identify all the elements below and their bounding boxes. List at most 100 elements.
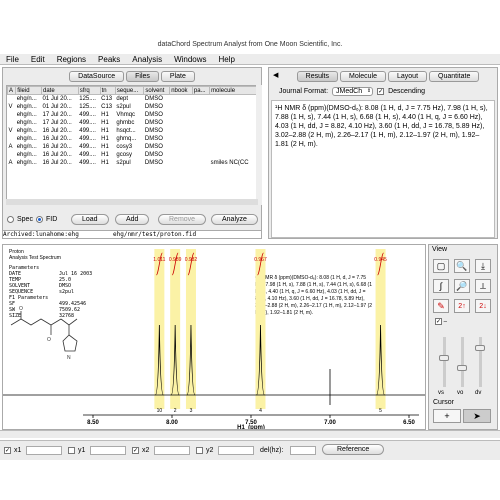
table-row[interactable]: ehg/n... 16 Jul 20... 499.... H1 ghmq... DMSO xyxy=(8,135,257,143)
table-cell: C13 xyxy=(101,103,113,110)
journal-format-select[interactable]: JMedCh ⇕ xyxy=(332,87,374,96)
table-cell: cosy3 xyxy=(116,143,133,150)
vo-slider-thumb[interactable] xyxy=(457,365,467,371)
vertical-scrollbar[interactable] xyxy=(256,85,262,205)
table-cell: 499.... xyxy=(79,127,96,134)
table-row[interactable]: ehg/n... 16 Jul 20... 499.... H1 gcosy DMSO xyxy=(8,151,257,159)
y1-checkbox[interactable] xyxy=(68,447,75,454)
menu-peaks[interactable]: Peaks xyxy=(92,54,126,64)
column-header[interactable]: molecule xyxy=(209,86,257,95)
crosshair-cursor-icon[interactable]: + xyxy=(433,409,461,423)
table-cell: H1 xyxy=(101,135,109,142)
tab-layout[interactable]: Layout xyxy=(388,71,428,82)
table-cell: DMSO xyxy=(144,111,163,118)
title-bar xyxy=(0,0,500,40)
table-row[interactable]: ehg/n... 17 Jul 20... 499.... H1 ghmbc DMSO xyxy=(8,119,257,127)
y1-field[interactable] xyxy=(90,446,126,455)
select-box-icon[interactable]: ▢ xyxy=(433,259,449,273)
table-cell: 17 Jul 20... xyxy=(42,119,72,126)
bottom-scroll[interactable] xyxy=(0,430,500,438)
horizontal-scrollbar[interactable] xyxy=(6,199,258,205)
table-row[interactable]: ehg/n... 01 Jul 20... 125.... C13 dept DMSO xyxy=(8,95,257,103)
column-header[interactable]: pa... xyxy=(191,86,211,95)
add-button[interactable]: Add xyxy=(115,214,150,225)
column-header[interactable]: A xyxy=(7,86,17,95)
tab-files[interactable]: Files xyxy=(126,71,159,82)
analyze-button[interactable]: Analyze xyxy=(211,214,258,225)
dv-slider-thumb[interactable] xyxy=(475,345,485,351)
column-header[interactable]: nbook xyxy=(169,86,193,95)
table-cell: H1 xyxy=(101,143,109,150)
x-tick-label: 7.00 xyxy=(324,420,336,426)
file-table-container: Afileid date sfrq tn seque... solvent nbook pa.… xyxy=(6,85,258,205)
table-cell xyxy=(192,127,209,135)
tab-results[interactable]: Results xyxy=(296,71,338,82)
y2-field[interactable] xyxy=(218,446,254,455)
table-row[interactable]: Vehg/n... 16 Jul 20... 499.... H1 hsqct... DM… xyxy=(8,127,257,135)
vs-slider-thumb[interactable] xyxy=(439,355,449,361)
table-cell: C13 xyxy=(101,95,113,102)
menu-windows[interactable]: Windows xyxy=(168,54,212,64)
pencil-icon[interactable]: ✎ xyxy=(433,299,449,313)
zoom-out-icon[interactable]: 🔎 xyxy=(454,279,470,293)
right-tab-bar: Results Molecule Layout Quantitate xyxy=(279,71,497,82)
tab-quantitate[interactable]: Quantitate xyxy=(429,71,480,82)
table-row[interactable]: ehg/n... 17 Jul 20... 499.... H1 Vhmqc DMSO xyxy=(8,111,257,119)
table-cell: dept xyxy=(116,95,129,102)
zoom-fit-icon[interactable]: ⤓ xyxy=(475,259,491,273)
tab-datasource[interactable]: DataSource xyxy=(69,71,125,82)
load-button[interactable]: Load xyxy=(71,214,109,225)
arrow-cursor-icon[interactable]: ➤ xyxy=(463,409,491,423)
del-field[interactable] xyxy=(290,446,316,455)
view-checkbox[interactable]: ✓ xyxy=(435,318,442,325)
y2-checkbox[interactable] xyxy=(196,447,203,454)
table-row[interactable]: Aehg/n... 16 Jul 20... 499.... H1 cosy3 DMSO xyxy=(8,143,257,151)
zoom-in-icon[interactable]: 🔍 xyxy=(454,259,470,273)
x-tick-label: 8.50 xyxy=(87,420,99,426)
vo-slider-track[interactable] xyxy=(461,337,464,387)
x1-label: x1 xyxy=(14,447,22,454)
archive-bar: Archived:lunahome:ehg ehg/nmr/test/proto… xyxy=(2,230,262,239)
vo-label: vo xyxy=(457,390,464,396)
remove-button[interactable]: Remove xyxy=(158,214,207,225)
column-header[interactable]: tn xyxy=(99,86,116,95)
menu-analysis[interactable]: Analysis xyxy=(126,54,168,64)
view-title: View xyxy=(432,246,448,253)
fid-radio[interactable] xyxy=(35,216,43,223)
tab-molecule[interactable]: Molecule xyxy=(339,71,386,82)
table-cell xyxy=(8,119,16,127)
spec-radio[interactable] xyxy=(7,216,14,223)
decrease-icon[interactable]: 2↓ xyxy=(475,299,491,313)
integral-icon[interactable]: ∫ xyxy=(433,279,449,293)
table-row[interactable]: Aehg/n... 16 Jul 20... 499.... H1 s2pul DMSO s… xyxy=(8,159,257,167)
x2-field[interactable] xyxy=(154,446,190,455)
menu-file[interactable]: File xyxy=(0,54,25,64)
x1-field[interactable] xyxy=(26,446,62,455)
table-cell: DMSO xyxy=(144,151,163,158)
column-header[interactable]: date xyxy=(41,86,79,95)
column-header[interactable]: solvent xyxy=(143,86,171,95)
x2-checkbox[interactable]: ✓ xyxy=(132,447,139,454)
menu-edit[interactable]: Edit xyxy=(25,54,51,64)
column-header[interactable]: fileid xyxy=(15,86,42,95)
tab-scroll-left-icon[interactable]: ◀ xyxy=(273,71,278,79)
spectrum-plot: 1.011 10 0.989 2 0.982 3 0.967 4 0.945 5 8.50 8.00 7… xyxy=(3,249,425,429)
table-cell: ehg/n... xyxy=(16,111,37,118)
table-cell xyxy=(210,127,257,135)
descending-label: Descending xyxy=(388,88,426,95)
column-header[interactable]: sfrq xyxy=(77,86,101,95)
increase-icon[interactable]: 2↑ xyxy=(454,299,470,313)
column-header[interactable]: seque... xyxy=(114,86,145,95)
vs-label: vs xyxy=(438,390,444,396)
menu-help[interactable]: Help xyxy=(213,54,241,64)
tab-plate[interactable]: Plate xyxy=(160,71,195,82)
peak-icon[interactable]: ⟂ xyxy=(475,279,491,293)
x1-checkbox[interactable]: ✓ xyxy=(4,447,11,454)
table-cell xyxy=(8,111,16,119)
table-cell: ehg/n... xyxy=(16,143,37,150)
reference-button[interactable]: Reference xyxy=(322,444,385,455)
descending-checkbox[interactable]: ✓ xyxy=(377,88,385,95)
table-row[interactable]: Vehg/n... 01 Jul 20... 125.... C13 s2pul DMSO xyxy=(8,103,257,111)
menu-regions[interactable]: Regions xyxy=(51,54,92,64)
vs-slider-track[interactable] xyxy=(443,337,446,387)
